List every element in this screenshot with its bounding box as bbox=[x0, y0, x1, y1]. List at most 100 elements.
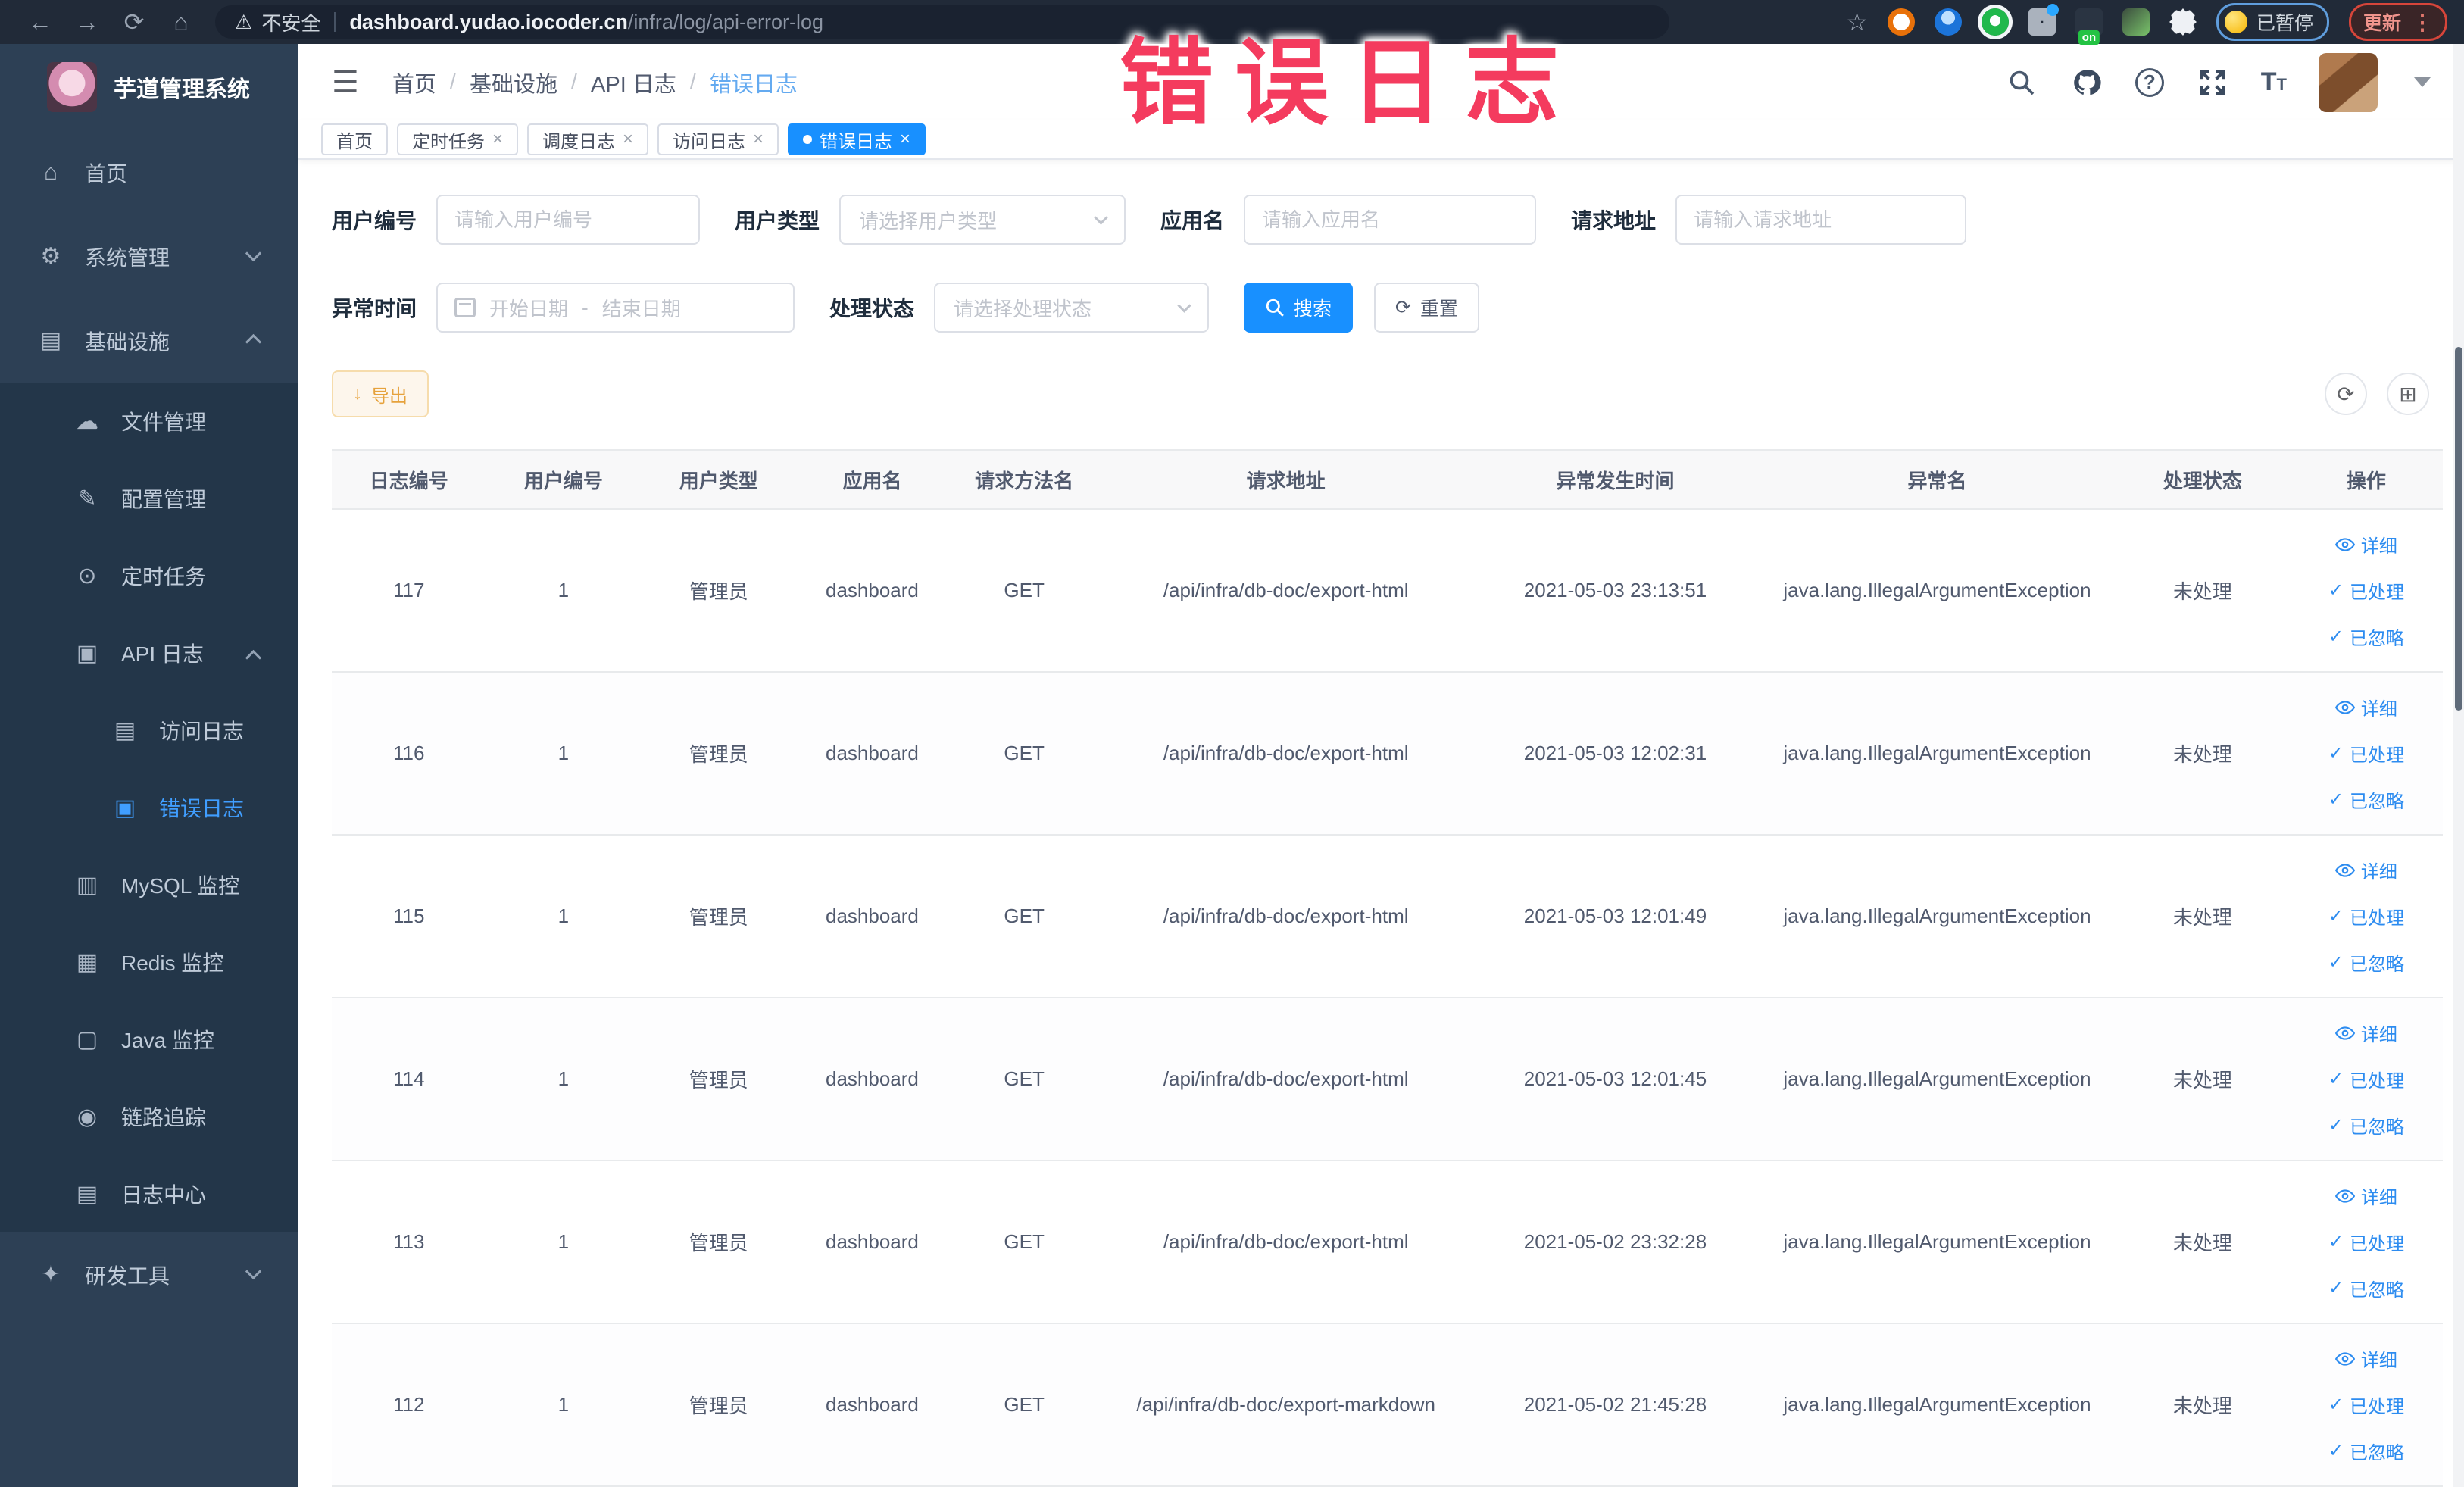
sidebar-item-home[interactable]: ⌂ 首页 bbox=[0, 130, 298, 214]
request-url-input[interactable] bbox=[1675, 195, 1967, 245]
sidebar-item-trace[interactable]: ◉ 链路追踪 bbox=[0, 1078, 298, 1155]
sidebar-item-api-log[interactable]: ▣ API 日志 bbox=[0, 614, 298, 692]
sidebar-item-file[interactable]: ☁ 文件管理 bbox=[0, 383, 298, 460]
reset-button[interactable]: ⟳ 重置 bbox=[1374, 283, 1480, 333]
detail-label: 详细 bbox=[2360, 862, 2397, 883]
forward-icon[interactable]: → bbox=[64, 8, 111, 36]
eye-icon: ◉ bbox=[77, 1104, 98, 1129]
sidebar-item-system[interactable]: ⚙ 系统管理 bbox=[0, 214, 298, 298]
sidebar-item-redis[interactable]: ▦ Redis 监控 bbox=[0, 923, 298, 1001]
processed-link[interactable]: ✓ 已处理 bbox=[2328, 1066, 2404, 1092]
avatar[interactable] bbox=[2319, 52, 2378, 112]
detail-label: 详细 bbox=[2360, 1025, 2397, 1045]
tab-error-log[interactable]: 错误日志 × bbox=[788, 123, 926, 156]
address-bar[interactable]: ⚠ 不安全 dashboard.yudao.iocoder.cn /infra/… bbox=[215, 5, 1669, 39]
detail-link[interactable]: 详细 bbox=[2334, 531, 2397, 558]
sidebar-item-label: 首页 bbox=[85, 161, 128, 186]
help-icon[interactable]: ? bbox=[2135, 67, 2164, 97]
ignored-link[interactable]: ✓ 已忽略 bbox=[2328, 1438, 2404, 1464]
font-size-icon[interactable]: TT bbox=[2261, 67, 2287, 97]
refresh-button[interactable]: ⟳ bbox=[2325, 373, 2367, 415]
processed-link[interactable]: ✓ 已处理 bbox=[2328, 577, 2404, 604]
cell-status: 未处理 bbox=[2172, 906, 2232, 929]
detail-link[interactable]: 详细 bbox=[2334, 1345, 2397, 1372]
detail-link[interactable]: 详细 bbox=[2334, 1182, 2397, 1209]
processed-link[interactable]: ✓ 已处理 bbox=[2328, 740, 2404, 767]
extension-icon[interactable] bbox=[1981, 8, 2009, 36]
sidebar-item-job[interactable]: ⊙ 定时任务 bbox=[0, 537, 298, 614]
process-status-select[interactable]: 请选择处理状态 bbox=[934, 283, 1210, 333]
sidebar-item-config[interactable]: ✎ 配置管理 bbox=[0, 460, 298, 537]
sidebar-item-label: 基础设施 bbox=[85, 330, 170, 354]
database-icon: ▦ bbox=[76, 949, 98, 975]
bookmark-star-icon[interactable]: ☆ bbox=[1846, 8, 1868, 36]
breadcrumb-item[interactable]: 基础设施 bbox=[470, 67, 557, 98]
extension-icon[interactable] bbox=[2075, 8, 2103, 36]
date-range-picker[interactable]: 开始日期 - 结束日期 bbox=[436, 283, 795, 333]
chevron-up-icon bbox=[245, 649, 262, 667]
paused-badge[interactable]: 已暂停 bbox=[2216, 3, 2329, 41]
github-icon[interactable] bbox=[2070, 66, 2103, 99]
detail-link[interactable]: 详细 bbox=[2334, 694, 2397, 720]
sidebar-item-access-log[interactable]: ▤ 访问日志 bbox=[0, 692, 298, 769]
close-icon[interactable]: × bbox=[753, 129, 764, 150]
back-icon[interactable]: ← bbox=[17, 8, 64, 36]
sidebar-item-error-log[interactable]: ▣ 错误日志 bbox=[0, 769, 298, 846]
sidebar-item-infra[interactable]: ▤ 基础设施 bbox=[0, 298, 298, 383]
scrollbar-thumb[interactable] bbox=[2455, 347, 2462, 711]
sidebar-item-label: 配置管理 bbox=[121, 488, 207, 511]
tab-job[interactable]: 定时任务 × bbox=[397, 123, 519, 156]
sidebar-item-mysql[interactable]: ▥ MySQL 监控 bbox=[0, 846, 298, 923]
user-id-input[interactable] bbox=[436, 195, 701, 245]
detail-link[interactable]: 详细 bbox=[2334, 857, 2397, 883]
processed-link[interactable]: ✓ 已处理 bbox=[2328, 903, 2404, 929]
browser-menu-icon[interactable]: ⋮ bbox=[2412, 10, 2433, 35]
check-icon: ✓ bbox=[2328, 1115, 2344, 1136]
ignored-link[interactable]: ✓ 已忽略 bbox=[2328, 949, 2404, 976]
fullscreen-icon[interactable] bbox=[2196, 66, 2229, 99]
hamburger-icon[interactable]: ☰ bbox=[332, 65, 359, 100]
search-icon[interactable] bbox=[2005, 66, 2038, 99]
sidebar-item-dev-tools[interactable]: ✦ 研发工具 bbox=[0, 1232, 298, 1317]
extensions-puzzle-icon[interactable] bbox=[2169, 8, 2197, 36]
close-icon[interactable]: × bbox=[492, 129, 503, 150]
cell-user-id: 1 bbox=[557, 1067, 570, 1090]
table-row: 114 1 管理员 dashboard GET /api/infra/db-do… bbox=[332, 998, 2443, 1161]
close-icon[interactable]: × bbox=[623, 129, 633, 150]
ignored-link[interactable]: ✓ 已忽略 bbox=[2328, 1112, 2404, 1139]
app-name-input[interactable] bbox=[1244, 195, 1537, 245]
breadcrumb-item[interactable]: 首页 bbox=[392, 67, 436, 98]
field-label: 异常时间 bbox=[332, 297, 417, 320]
cell-exception: java.lang.IllegalArgumentException bbox=[1783, 1230, 2091, 1253]
ignored-link[interactable]: ✓ 已忽略 bbox=[2328, 786, 2404, 813]
sidebar-item-java[interactable]: ▢ Java 监控 bbox=[0, 1001, 298, 1078]
processed-link[interactable]: ✓ 已处理 bbox=[2328, 1392, 2404, 1418]
extension-icon[interactable] bbox=[1934, 8, 1962, 36]
processed-label: 已处理 bbox=[2349, 1397, 2404, 1417]
user-type-select[interactable]: 请选择用户类型 bbox=[839, 195, 1126, 245]
url-path: /infra/log/api-error-log bbox=[627, 10, 824, 33]
column-settings-button[interactable]: ⊞ bbox=[2387, 373, 2429, 415]
tab-job-log[interactable]: 调度日志 × bbox=[527, 123, 649, 156]
reload-icon[interactable]: ⟳ bbox=[111, 8, 158, 36]
tab-home[interactable]: 首页 bbox=[321, 123, 388, 156]
ignored-link[interactable]: ✓ 已忽略 bbox=[2328, 1275, 2404, 1301]
breadcrumb-item[interactable]: API 日志 bbox=[591, 67, 676, 98]
browser-home-icon[interactable]: ⌂ bbox=[158, 8, 205, 36]
ignored-link[interactable]: ✓ 已忽略 bbox=[2328, 623, 2404, 650]
update-button[interactable]: 更新 ⋮ bbox=[2348, 3, 2447, 41]
export-button[interactable]: ↓ 导出 bbox=[332, 370, 429, 417]
check-icon: ✓ bbox=[2328, 626, 2344, 647]
processed-link[interactable]: ✓ 已处理 bbox=[2328, 1229, 2404, 1255]
tab-access-log[interactable]: 访问日志 × bbox=[657, 123, 779, 156]
search-button[interactable]: 搜索 bbox=[1244, 283, 1354, 333]
detail-link[interactable]: 详细 bbox=[2334, 1020, 2397, 1046]
caret-down-icon[interactable] bbox=[2414, 77, 2431, 88]
close-icon[interactable]: × bbox=[900, 129, 910, 150]
extension-icon[interactable] bbox=[2028, 4, 2059, 36]
extension-icon[interactable] bbox=[2122, 8, 2150, 36]
extension-icon[interactable] bbox=[1887, 8, 1915, 36]
filter-user-type: 用户类型 请选择用户类型 bbox=[735, 195, 1126, 245]
app-logo-row[interactable]: 芋道管理系统 bbox=[0, 44, 298, 130]
sidebar-item-log-center[interactable]: ▤ 日志中心 bbox=[0, 1155, 298, 1232]
